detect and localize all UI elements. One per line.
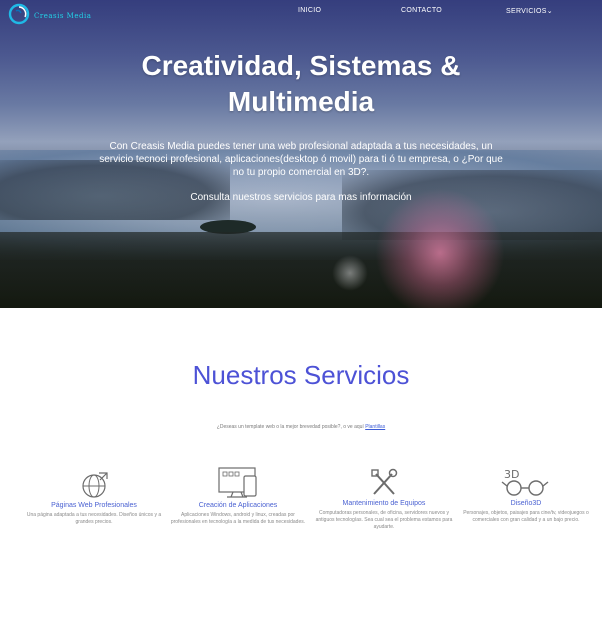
hero-banner: Creasis Media INICIO CONTACTO SERVICIOS⌄… <box>0 0 602 308</box>
svg-text:3D: 3D <box>504 468 519 481</box>
service-title: Mantenimiento de Equipos <box>342 500 426 507</box>
service-description: Aplicaciones Windows, android y linux, c… <box>170 512 306 525</box>
service-title: Diseño3D <box>510 500 542 507</box>
hero-title-line-2: Multimedia <box>227 86 375 117</box>
hero-cta-text: Consulta nuestros servicios para mas inf… <box>190 192 412 203</box>
service-apps[interactable]: Creación de Aplicaciones Aplicaciones Wi… <box>168 466 308 526</box>
templates-link[interactable]: Plantillas <box>365 424 385 430</box>
devices-icon <box>218 467 257 498</box>
hero-description: Con Creasis Media puedes tener una web p… <box>99 141 503 178</box>
hero-title: Creatividad, Sistemas & Multimedia <box>0 48 602 120</box>
3d-glasses-icon: 3D <box>501 468 549 496</box>
service-description: Una página adaptada a tus necesidades. D… <box>26 512 162 525</box>
service-title: Páginas Web Profesionales <box>51 502 137 509</box>
hero-title-line-1: Creatividad, Sistemas & <box>141 50 461 81</box>
service-maintenance[interactable]: Mantenimiento de Equipos Computadoras pe… <box>314 468 454 531</box>
nav-servicios-label: SERVICIOS <box>506 8 547 15</box>
nav-contacto[interactable]: CONTACTO <box>401 7 442 14</box>
chevron-down-icon: ⌄ <box>546 8 553 15</box>
service-web[interactable]: Páginas Web Profesionales Una página ada… <box>24 470 164 526</box>
nav-servicios[interactable]: SERVICIOS⌄ <box>506 7 553 15</box>
main-nav: INICIO CONTACTO SERVICIOS⌄ <box>0 7 602 21</box>
service-description: Personajes, objetos, paisajes para cine/… <box>463 510 589 523</box>
tools-icon <box>371 468 398 495</box>
services-subtitle-text: ¿Deseas un template web o la mejor breve… <box>216 424 364 430</box>
nav-inicio[interactable]: INICIO <box>298 7 321 14</box>
service-description: Computadoras personales, de oficina, ser… <box>315 510 453 530</box>
web-globe-icon <box>82 472 108 498</box>
services-title: Nuestros Servicios <box>192 360 410 390</box>
service-3d[interactable]: 3D Diseño3D Personajes, objetos, paisaje… <box>456 466 596 524</box>
services-subtitle: ¿Deseas un template web o la mejor breve… <box>0 424 602 430</box>
service-title: Creación de Aplicaciones <box>198 502 278 509</box>
